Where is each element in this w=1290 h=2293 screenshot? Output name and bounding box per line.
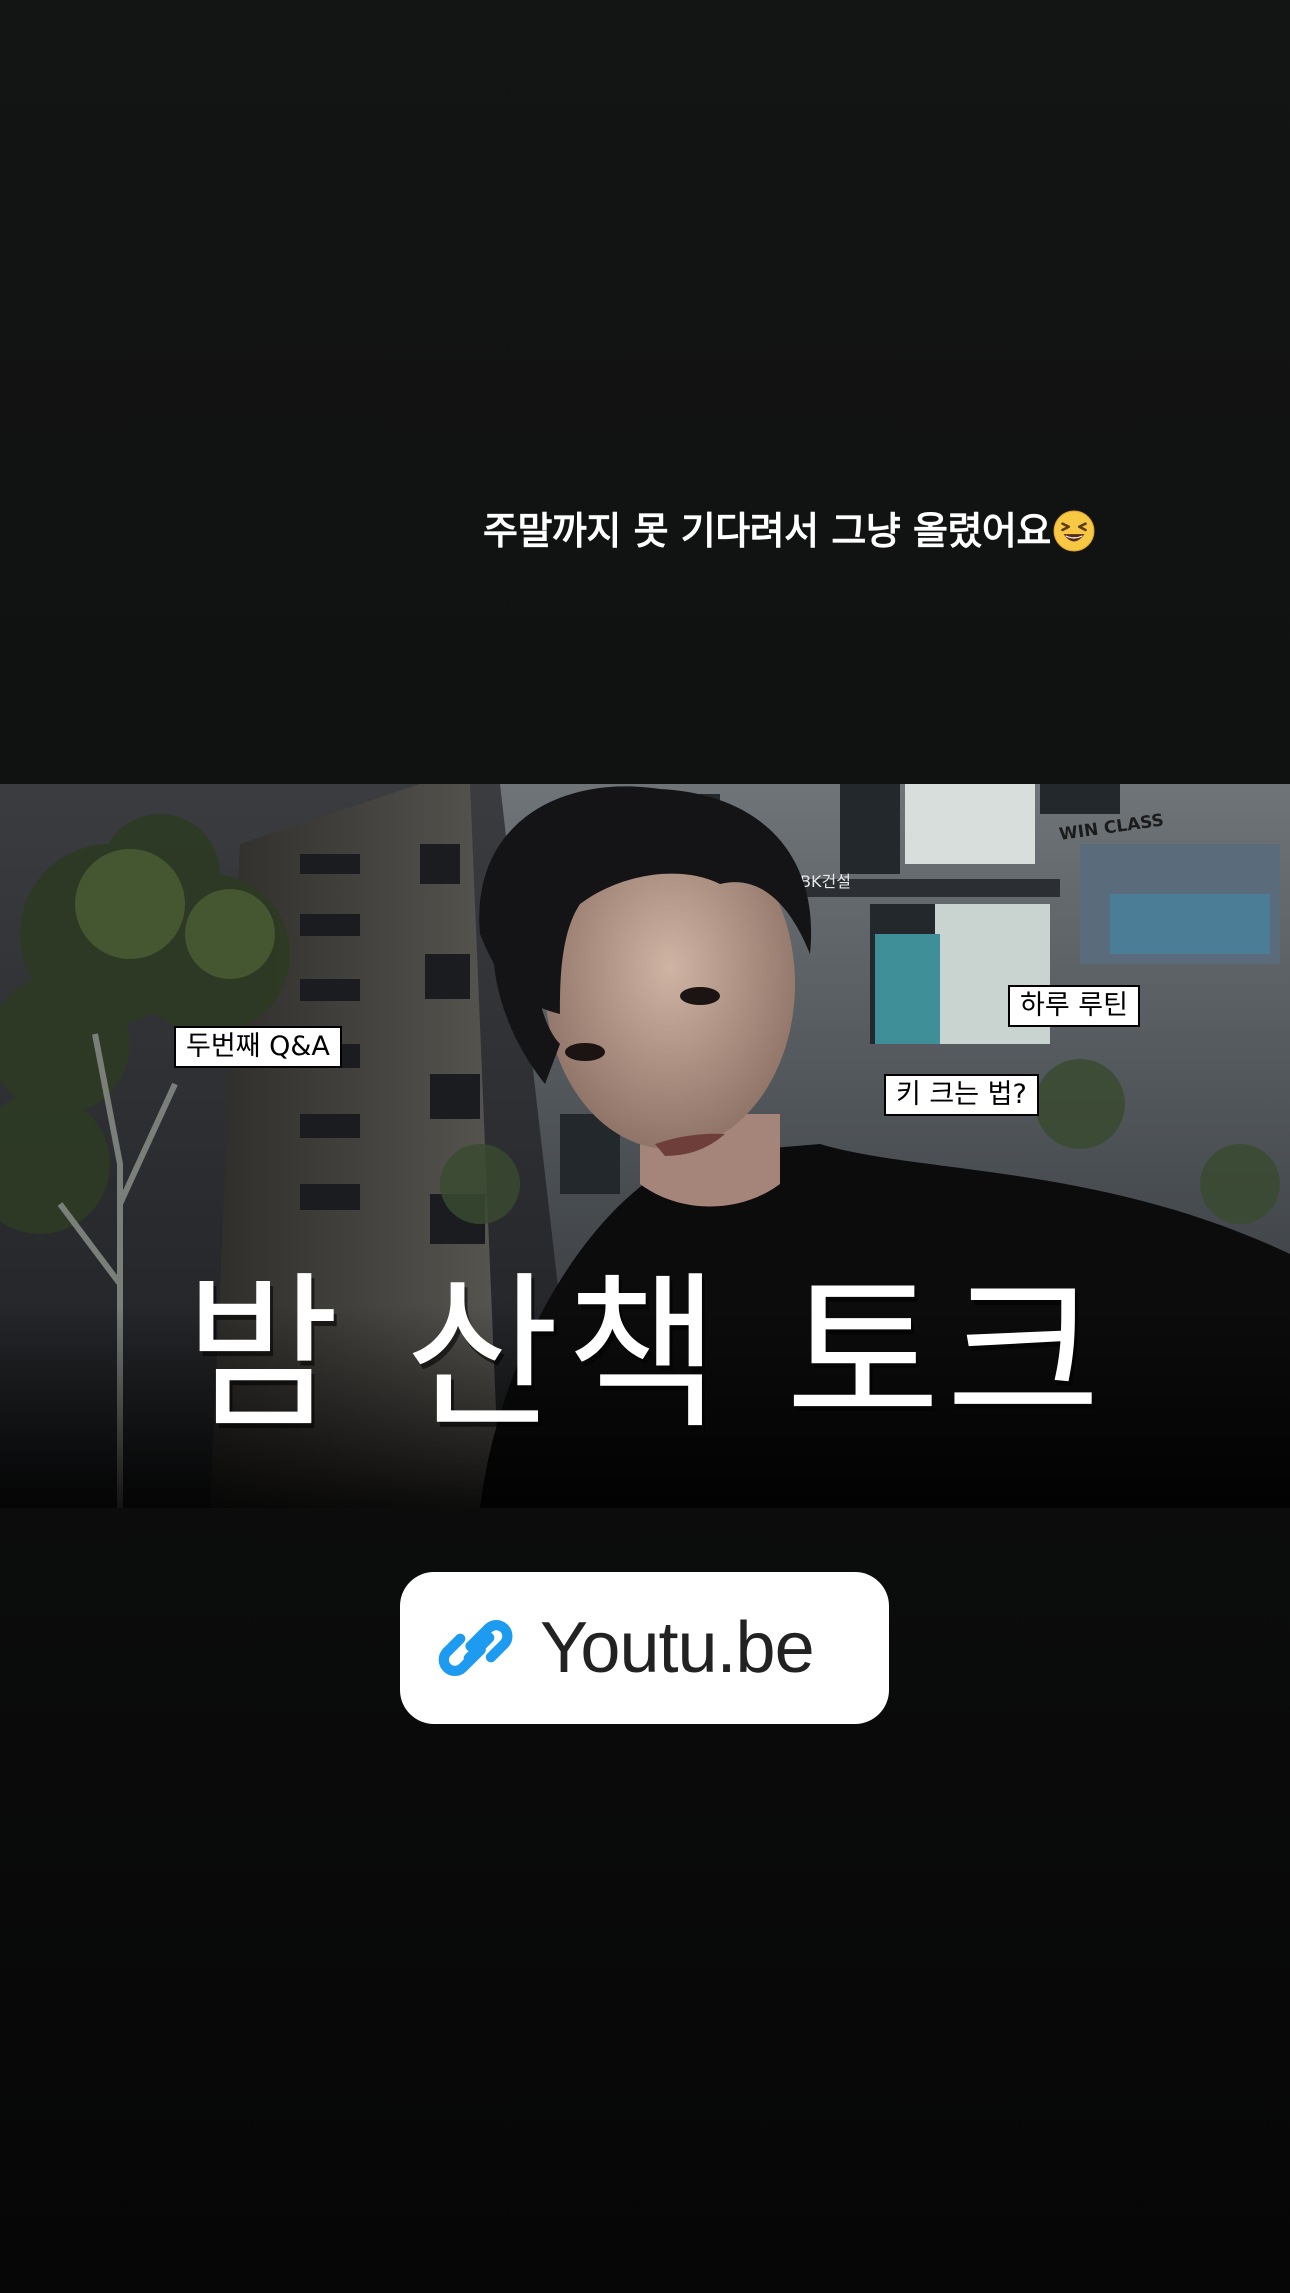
link-sticker[interactable]: Youtu.be <box>400 1572 889 1724</box>
video-thumbnail[interactable]: BK건설 WIN CLASS 두번째 Q&A 하루 루틴 키 크는 법? 밤 산… <box>0 784 1290 1508</box>
link-icon <box>438 1620 513 1676</box>
grinning-squinting-face-icon <box>1053 510 1095 552</box>
tag-daily-routine: 하루 루틴 <box>1008 985 1140 1027</box>
building-sign-text: BK건설 <box>800 872 851 891</box>
story-caption: 주말까지 못 기다려서 그냥 올렸어요 <box>483 500 1095 555</box>
tag-how-to-grow-tall: 키 크는 법? <box>884 1074 1039 1116</box>
thumbnail-title: 밤 산책 토크 <box>185 1256 1107 1452</box>
link-label: Youtu.be <box>540 1608 815 1688</box>
tag-second-qa: 두번째 Q&A <box>174 1026 342 1068</box>
caption-text: 주말까지 못 기다려서 그냥 올렸어요 <box>483 509 1051 553</box>
